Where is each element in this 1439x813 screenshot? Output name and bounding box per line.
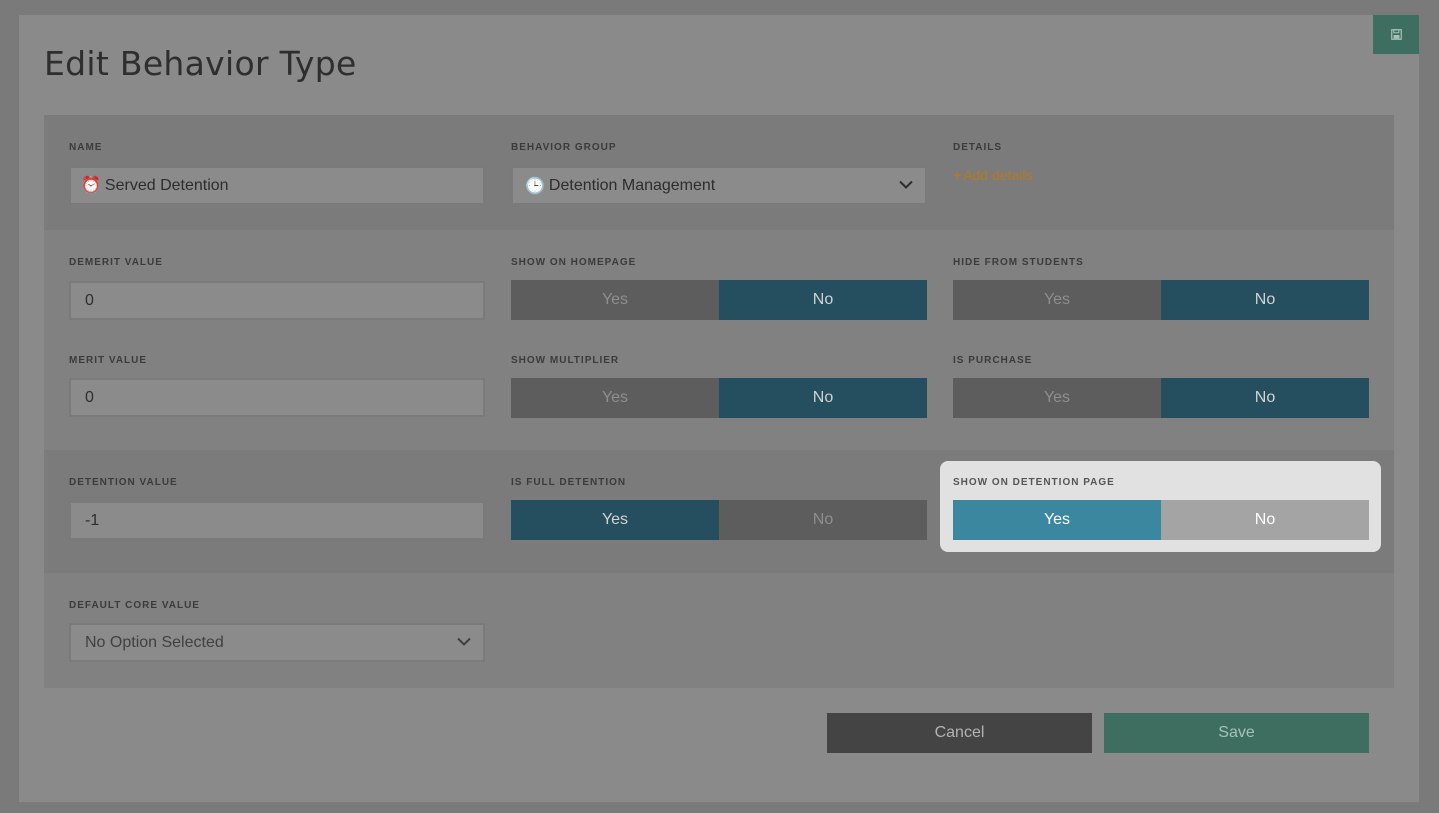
- chevron-down-icon: [899, 180, 913, 189]
- detention-value-input[interactable]: [69, 501, 485, 540]
- alarm-clock-icon: ⏰: [81, 176, 101, 194]
- save-button[interactable]: Save: [1104, 713, 1369, 753]
- add-details-link[interactable]: + Add details: [953, 167, 1032, 183]
- is-purchase-no[interactable]: No: [1161, 378, 1369, 418]
- details-label: DETAILS: [953, 142, 1003, 153]
- hide-from-students-toggle: Yes No: [953, 280, 1369, 320]
- chevron-down-icon: [457, 637, 471, 646]
- hide-from-students-label: HIDE FROM STUDENTS: [953, 257, 1084, 268]
- behavior-group-label: BEHAVIOR GROUP: [511, 142, 617, 153]
- is-full-detention-no[interactable]: No: [719, 500, 927, 540]
- default-core-value-placeholder: No Option Selected: [85, 633, 224, 651]
- merit-value-input[interactable]: [69, 378, 485, 417]
- name-label: NAME: [69, 142, 103, 153]
- show-on-homepage-label: SHOW ON HOMEPAGE: [511, 257, 637, 268]
- show-on-detention-page-yes[interactable]: Yes: [953, 500, 1161, 540]
- is-full-detention-toggle: Yes No: [511, 500, 927, 540]
- detention-value-label: DETENTION VALUE: [69, 477, 178, 488]
- show-multiplier-yes[interactable]: Yes: [511, 378, 719, 418]
- save-icon-button[interactable]: [1373, 15, 1419, 54]
- show-on-detention-page-toggle: Yes No: [953, 500, 1369, 540]
- show-on-detention-page-label: SHOW ON DETENTION PAGE: [953, 477, 1115, 488]
- demerit-value-label: DEMERIT VALUE: [69, 257, 163, 268]
- name-input[interactable]: ⏰ Served Detention: [69, 166, 485, 205]
- floppy-disk-icon: [1390, 29, 1402, 40]
- show-on-detention-page-no[interactable]: No: [1161, 500, 1369, 540]
- clock-icon: 🕒: [525, 177, 545, 195]
- show-on-homepage-yes[interactable]: Yes: [511, 280, 719, 320]
- behavior-group-select[interactable]: 🕒 Detention Management: [511, 166, 927, 205]
- is-purchase-toggle: Yes No: [953, 378, 1369, 418]
- show-multiplier-label: SHOW MULTIPLIER: [511, 355, 620, 366]
- name-value: Served Detention: [104, 176, 229, 194]
- is-purchase-yes[interactable]: Yes: [953, 378, 1161, 418]
- is-full-detention-yes[interactable]: Yes: [511, 500, 719, 540]
- hide-from-students-no[interactable]: No: [1161, 280, 1369, 320]
- page-title: Edit Behavior Type: [44, 44, 357, 83]
- cancel-button[interactable]: Cancel: [827, 713, 1092, 753]
- behavior-group-value: Detention Management: [548, 176, 716, 194]
- show-on-homepage-toggle: Yes No: [511, 280, 927, 320]
- merit-value-label: MERIT VALUE: [69, 355, 148, 366]
- is-purchase-label: IS PURCHASE: [953, 355, 1033, 366]
- add-details-text: Add details: [963, 167, 1033, 183]
- show-multiplier-no[interactable]: No: [719, 378, 927, 418]
- plus-icon: +: [953, 167, 962, 183]
- demerit-value-input[interactable]: [69, 281, 485, 320]
- default-core-value-select[interactable]: No Option Selected: [69, 623, 485, 662]
- hide-from-students-yes[interactable]: Yes: [953, 280, 1161, 320]
- show-on-homepage-no[interactable]: No: [719, 280, 927, 320]
- show-multiplier-toggle: Yes No: [511, 378, 927, 418]
- is-full-detention-label: IS FULL DETENTION: [511, 477, 627, 488]
- show-on-detention-page-highlight: SHOW ON DETENTION PAGE Yes No: [940, 461, 1381, 552]
- default-core-value-label: DEFAULT CORE VALUE: [69, 600, 200, 611]
